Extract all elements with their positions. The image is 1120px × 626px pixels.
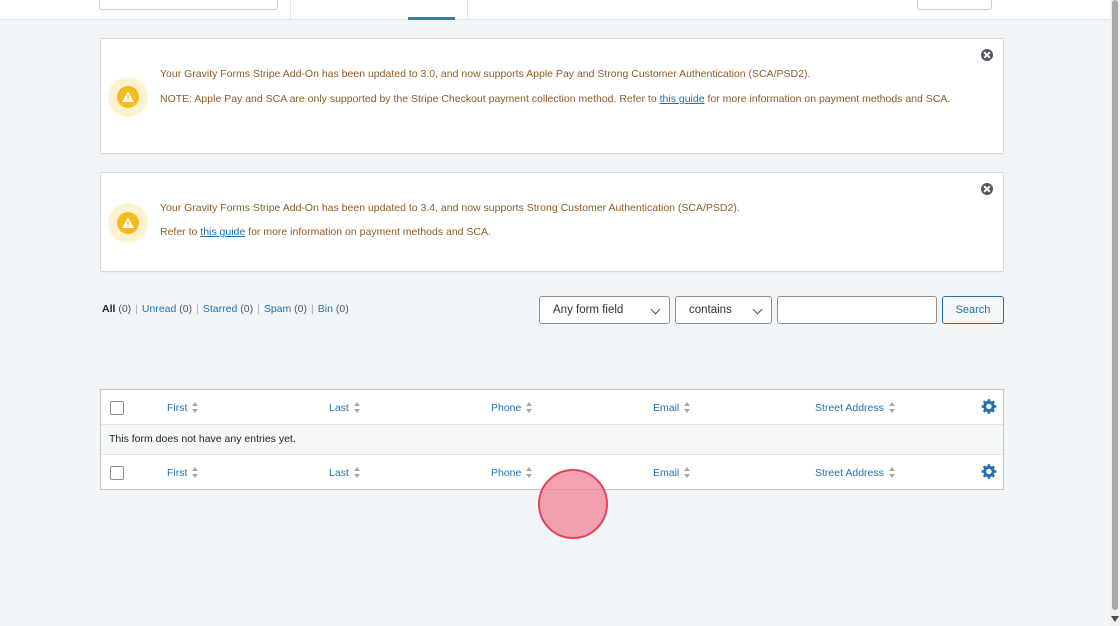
top-toolbar bbox=[0, 0, 1110, 20]
notice-message: Your Gravity Forms Stripe Add-On has bee… bbox=[160, 202, 740, 214]
column-header-phone[interactable]: Phone bbox=[491, 466, 533, 480]
sort-icon bbox=[526, 402, 533, 414]
column-header-phone[interactable]: Phone bbox=[491, 401, 533, 415]
column-header-email[interactable]: Email bbox=[653, 401, 691, 415]
warning-icon-badge bbox=[108, 77, 148, 117]
table-header-row: First Last Phone Email Street Address bbox=[101, 390, 1003, 425]
column-header-street-address[interactable]: Street Address bbox=[815, 401, 896, 415]
scroll-down-arrow-icon[interactable] bbox=[1111, 616, 1119, 622]
sort-icon bbox=[192, 467, 199, 479]
sort-icon bbox=[353, 467, 361, 479]
sort-icon bbox=[192, 402, 199, 414]
filter-all[interactable]: All (0) bbox=[102, 303, 131, 315]
sort-icon bbox=[888, 402, 896, 414]
column-header-email[interactable]: Email bbox=[653, 466, 691, 480]
stripe-update-notice-2: Your Gravity Forms Stripe Add-On has bee… bbox=[100, 172, 1004, 272]
filter-starred[interactable]: Starred bbox=[203, 303, 237, 315]
this-guide-link[interactable]: this guide bbox=[660, 93, 705, 105]
warning-icon-badge bbox=[108, 203, 148, 243]
gear-icon[interactable] bbox=[981, 463, 998, 480]
chevron-down-icon bbox=[752, 304, 763, 315]
toolbar-button[interactable] bbox=[917, 0, 992, 10]
filter-bin[interactable]: Bin bbox=[318, 303, 333, 315]
search-operator-select[interactable]: contains bbox=[675, 296, 772, 324]
select-all-checkbox[interactable] bbox=[110, 466, 124, 480]
toolbar-form-selector[interactable] bbox=[99, 0, 278, 10]
vertical-scrollbar[interactable] bbox=[1110, 0, 1120, 626]
column-header-first[interactable]: First bbox=[167, 401, 199, 415]
dismiss-icon[interactable] bbox=[981, 183, 993, 195]
gear-icon[interactable] bbox=[981, 398, 998, 415]
stripe-update-notice-1: Your Gravity Forms Stripe Add-On has bee… bbox=[100, 38, 1004, 154]
column-header-street-address[interactable]: Street Address bbox=[815, 466, 896, 480]
sort-icon bbox=[526, 467, 533, 479]
notice-message: Your Gravity Forms Stripe Add-On has bee… bbox=[160, 68, 811, 80]
column-header-last[interactable]: Last bbox=[329, 401, 361, 415]
sort-icon bbox=[684, 402, 691, 414]
warning-icon bbox=[122, 217, 134, 228]
select-all-checkbox[interactable] bbox=[110, 401, 124, 415]
search-button[interactable]: Search bbox=[942, 296, 1004, 324]
scrollbar-thumb[interactable] bbox=[1112, 0, 1118, 610]
sort-icon bbox=[888, 467, 896, 479]
notice-note: NOTE: Apple Pay and SCA are only support… bbox=[160, 93, 951, 105]
notice-note: Refer to this guide for more information… bbox=[160, 226, 491, 238]
dismiss-icon[interactable] bbox=[981, 49, 993, 61]
empty-message: This form does not have any entries yet. bbox=[109, 433, 296, 445]
click-indicator bbox=[538, 469, 608, 539]
column-header-last[interactable]: Last bbox=[329, 466, 361, 480]
chevron-down-icon bbox=[650, 304, 661, 315]
sort-icon bbox=[353, 402, 361, 414]
toolbar-tabs bbox=[290, 0, 468, 20]
empty-table-row: This form does not have any entries yet. bbox=[101, 425, 1003, 455]
this-guide-link[interactable]: this guide bbox=[200, 226, 245, 238]
warning-icon bbox=[122, 91, 134, 102]
filter-spam[interactable]: Spam bbox=[264, 303, 291, 315]
search-input[interactable] bbox=[777, 296, 937, 324]
filter-unread[interactable]: Unread bbox=[142, 303, 176, 315]
column-header-first[interactable]: First bbox=[167, 466, 199, 480]
entry-filter-links: All (0) | Unread (0) | Starred (0) | Spam (0) |… bbox=[102, 303, 349, 315]
search-field-select[interactable]: Any form field bbox=[539, 296, 670, 324]
sort-icon bbox=[684, 467, 691, 479]
active-tab-indicator bbox=[408, 17, 455, 20]
